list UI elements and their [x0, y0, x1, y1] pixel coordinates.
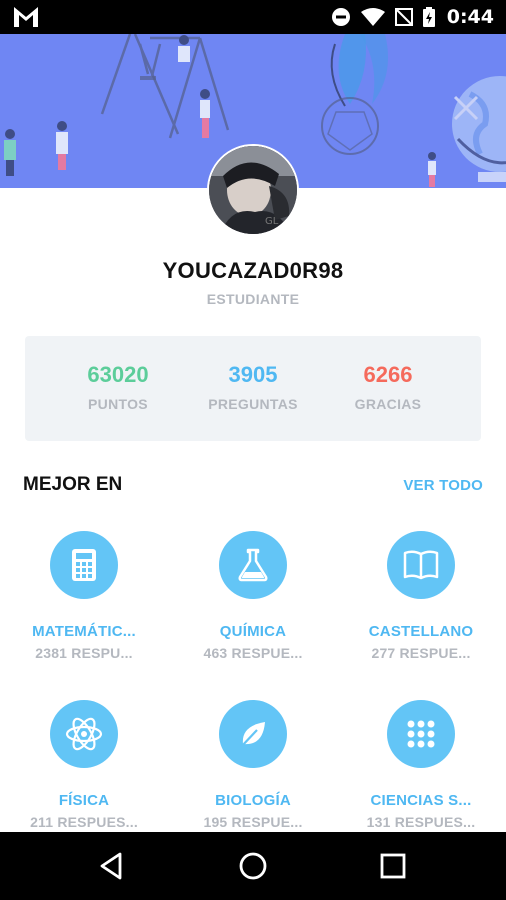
subject-count: 463 RESPUE... — [203, 645, 303, 661]
stat-questions: 3905 PREGUNTAS — [183, 362, 323, 412]
subject-spanish[interactable]: CASTELLANO 277 RESPUE... — [341, 531, 501, 661]
subject-count: 211 RESPUES... — [30, 814, 138, 830]
book-icon — [403, 550, 439, 580]
subject-math[interactable]: MATEMÁTIC... 2381 RESPU... — [4, 531, 164, 661]
atom-icon — [65, 717, 103, 751]
avatar: GL — [207, 144, 299, 236]
home-icon[interactable] — [237, 850, 269, 882]
status-bar: 0:44 — [0, 0, 506, 34]
clock: 0:44 — [446, 6, 494, 28]
see-all-link[interactable]: VER TODO — [403, 477, 483, 494]
user-role: ESTUDIANTE — [206, 291, 300, 307]
stat-questions-label: PREGUNTAS — [208, 396, 298, 412]
subject-name: MATEMÁTIC... — [32, 623, 136, 640]
leaf-icon — [240, 722, 265, 748]
subject-name: CASTELLANO — [368, 623, 474, 640]
subject-count: 2381 RESPU... — [35, 645, 133, 661]
stat-thanks-value: 6266 — [363, 362, 413, 387]
stat-questions-value: 3905 — [228, 362, 278, 387]
wifi-icon — [360, 8, 385, 26]
subject-chemistry[interactable]: QUÍMICA 463 RESPUE... — [173, 531, 333, 661]
subject-name: QUÍMICA — [219, 623, 287, 640]
stat-thanks: 6266 GRACIAS — [318, 362, 458, 412]
calculator-icon — [72, 549, 96, 581]
flask-icon — [238, 548, 268, 582]
close-button[interactable] — [452, 94, 480, 122]
stat-points-label: PUNTOS — [88, 396, 148, 412]
subject-name: BIOLOGÍA — [215, 792, 291, 809]
stat-thanks-label: GRACIAS — [354, 396, 422, 412]
system-navigation-bar — [0, 832, 506, 900]
subject-count: 195 RESPUE... — [203, 814, 303, 830]
stats-panel: 63020 PUNTOS 3905 PREGUNTAS 6266 GRACIAS — [25, 336, 481, 441]
subject-biology[interactable]: BIOLOGÍA 195 RESPUE... — [173, 700, 333, 830]
recents-icon[interactable] — [377, 850, 409, 882]
back-icon[interactable] — [96, 850, 128, 882]
svg-text:GL: GL — [265, 216, 279, 227]
subject-count: 277 RESPUE... — [371, 645, 471, 661]
stat-points-value: 63020 — [87, 362, 149, 387]
grid-dots-icon — [407, 720, 435, 748]
best-in-title: MEJOR EN — [23, 474, 123, 495]
stat-points: 63020 PUNTOS — [48, 362, 188, 412]
no-signal-icon — [394, 8, 413, 26]
subject-name: CIENCIAS S... — [370, 792, 472, 809]
battery-charging-icon — [422, 7, 435, 27]
do-not-disturb-icon — [331, 8, 350, 26]
subject-name: FÍSICA — [58, 792, 110, 809]
gmail-icon — [14, 7, 38, 27]
subject-count: 131 RESPUES... — [366, 814, 476, 830]
subject-physics[interactable]: FÍSICA 211 RESPUES... — [4, 700, 164, 830]
username: YOUCAZAD0R98 — [162, 258, 344, 283]
subject-social-sciences[interactable]: CIENCIAS S... 131 RESPUES... — [341, 700, 501, 830]
